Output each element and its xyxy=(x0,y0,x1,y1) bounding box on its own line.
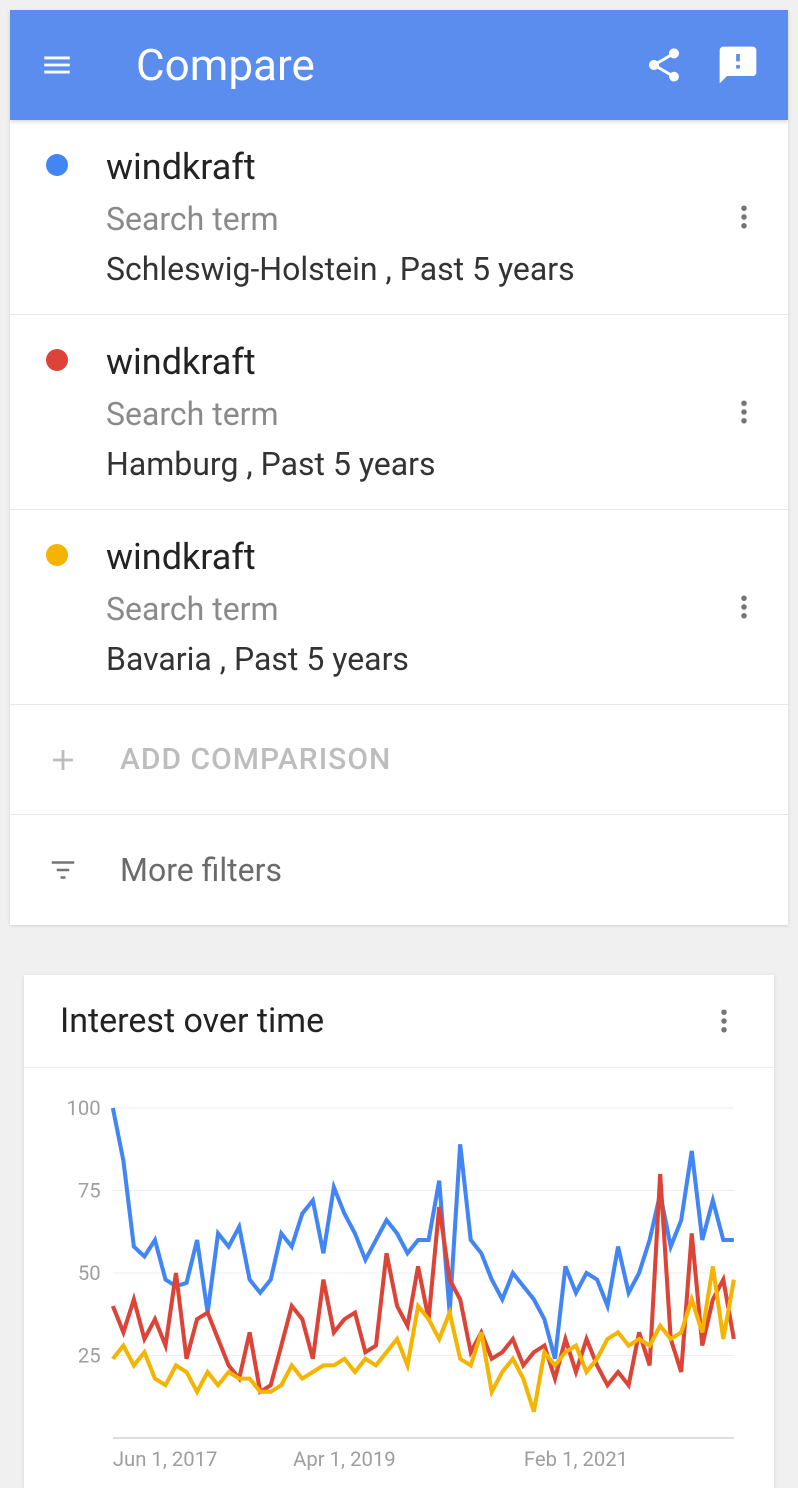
header-actions xyxy=(642,43,760,87)
term-meta: Schleswig-Holstein , Past 5 years xyxy=(106,250,724,288)
term-meta: Hamburg , Past 5 years xyxy=(106,445,724,483)
svg-text:25: 25 xyxy=(78,1344,101,1368)
term-row[interactable]: windkraft Search term Schleswig-Holstein… xyxy=(10,120,788,315)
svg-text:75: 75 xyxy=(78,1179,101,1203)
svg-text:100: 100 xyxy=(66,1098,100,1120)
feedback-button[interactable] xyxy=(716,43,760,87)
share-button[interactable] xyxy=(642,43,686,87)
svg-text:50: 50 xyxy=(78,1261,101,1285)
chart-header: Interest over time xyxy=(24,975,774,1068)
interest-over-time-card: Interest over time 25 50 75 100 Jun 1, 2017 A… xyxy=(24,975,774,1488)
more-filters-button[interactable]: More filters xyxy=(10,815,788,925)
svg-text:Apr 1, 2019: Apr 1, 2019 xyxy=(293,1447,395,1471)
more-vert-icon xyxy=(729,202,759,232)
app-header: Compare xyxy=(10,10,788,120)
term-body: windkraft Search term Schleswig-Holstein… xyxy=(106,146,724,288)
add-comparison-label: ADD COMPARISON xyxy=(120,742,391,777)
line-chart: 25 50 75 100 Jun 1, 2017 Apr 1, 2019 Feb 1, 20… xyxy=(54,1098,744,1478)
term-name: windkraft xyxy=(106,341,724,383)
menu-button[interactable] xyxy=(38,46,76,84)
add-comparison-button[interactable]: ADD COMPARISON xyxy=(10,705,788,815)
chart-title: Interest over time xyxy=(60,1001,704,1041)
comparison-terms-card: windkraft Search term Schleswig-Holstein… xyxy=(10,120,788,925)
term-row[interactable]: windkraft Search term Hamburg , Past 5 y… xyxy=(10,315,788,510)
more-filters-label: More filters xyxy=(120,851,282,889)
svg-text:Feb 1, 2021: Feb 1, 2021 xyxy=(524,1447,628,1471)
series-color-dot xyxy=(46,544,68,566)
share-icon xyxy=(644,45,684,85)
filter-icon xyxy=(46,853,80,887)
term-name: windkraft xyxy=(106,146,724,188)
more-vert-icon xyxy=(729,397,759,427)
term-body: windkraft Search term Bavaria , Past 5 y… xyxy=(106,536,724,678)
hamburger-icon xyxy=(40,48,74,82)
term-type: Search term xyxy=(106,395,724,433)
series-color-dot xyxy=(46,154,68,176)
term-name: windkraft xyxy=(106,536,724,578)
term-type: Search term xyxy=(106,590,724,628)
term-meta: Bavaria , Past 5 years xyxy=(106,640,724,678)
page-title: Compare xyxy=(136,39,642,91)
more-vert-icon xyxy=(729,592,759,622)
term-body: windkraft Search term Hamburg , Past 5 y… xyxy=(106,341,724,483)
plus-icon xyxy=(46,743,80,777)
chart-body: 25 50 75 100 Jun 1, 2017 Apr 1, 2019 Feb 1, 20… xyxy=(24,1068,774,1488)
chart-menu-button[interactable] xyxy=(704,1006,744,1036)
term-row[interactable]: windkraft Search term Bavaria , Past 5 y… xyxy=(10,510,788,705)
term-menu-button[interactable] xyxy=(724,202,764,232)
feedback-icon xyxy=(716,43,760,87)
term-menu-button[interactable] xyxy=(724,397,764,427)
term-type: Search term xyxy=(106,200,724,238)
svg-text:Jun 1, 2017: Jun 1, 2017 xyxy=(113,1447,218,1471)
more-vert-icon xyxy=(709,1006,739,1036)
series-color-dot xyxy=(46,349,68,371)
term-menu-button[interactable] xyxy=(724,592,764,622)
